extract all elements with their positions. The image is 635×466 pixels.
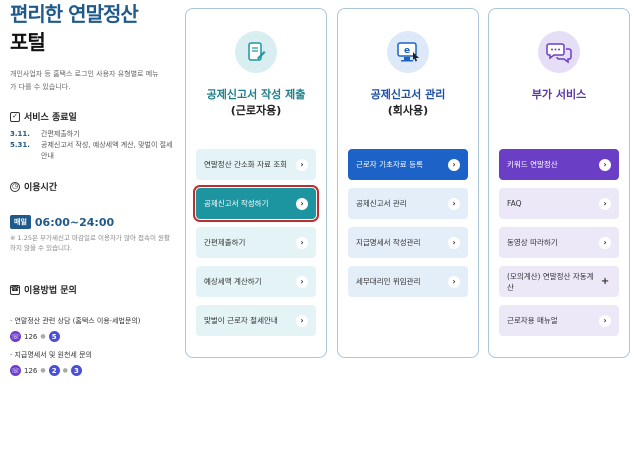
menu-item-label: 예상세액 계산하기	[204, 277, 262, 286]
inquiry-heading-label: 이용방법 문의	[24, 286, 77, 296]
chevron-right-icon: ›	[448, 236, 460, 249]
phone-number: 126	[24, 332, 38, 341]
menu-item-label: 맞벌이 근로자 절세안내	[204, 316, 278, 325]
service-end-date: 5.31.	[10, 141, 30, 149]
card-title: 부가 서비스	[531, 88, 587, 101]
key-5: 5	[48, 331, 60, 342]
menu-item-tax-estimate[interactable]: 예상세액 계산하기 ›	[196, 266, 316, 297]
chevron-right-icon: ›	[448, 197, 460, 210]
card-menu: 근로자 기초자료 등록 › 공제신고서 관리 › 지급명세서 작성관리 › 세무대리인…	[348, 149, 468, 305]
menu-item-label: 지급명세서 작성관리	[356, 238, 421, 247]
headset-icon: ☎	[10, 284, 20, 295]
menu-item-label: 간편제출하기	[204, 238, 246, 247]
hours-note: ※ 1.25은 부가세신고 마감일로 이용자가 많아 접속이 원활하지 않을 수…	[10, 234, 170, 252]
chevron-right-icon: ›	[296, 314, 308, 327]
menu-item-keyword[interactable]: 키워드 연말정산 ›	[499, 149, 619, 180]
card-employee-deduction: 공제신고서 작성 제출 (근로자용) 연말정산 간소화 자료 조회 › 공제신고서…	[185, 8, 327, 358]
menu-item-label: FAQ	[507, 199, 522, 208]
service-end-heading-label: 서비스 종료일	[24, 113, 77, 123]
phone-icon: ☏	[10, 331, 21, 342]
key-3: 3	[70, 365, 82, 376]
menu-item-label: 키워드 연말정산	[507, 160, 558, 169]
page-title-line2: 포털	[10, 30, 46, 54]
page-title: 편리한 연말정산 포털	[10, 0, 175, 56]
chevron-right-icon: ›	[296, 275, 308, 288]
phone-number: 126	[24, 366, 38, 375]
menu-item-label: 연말정산 간소화 자료 조회	[204, 160, 288, 169]
hours-time: 06:00~24:00	[34, 215, 115, 229]
key-2: 2	[48, 365, 60, 376]
phone-icon: ☏	[10, 365, 21, 376]
menu-item-label: 근로자용 매뉴얼	[507, 316, 558, 325]
menu-item-label: (모의계산) 연말정산 자동계산	[507, 271, 594, 292]
card-title: 공제신고서 작성 제출	[206, 88, 306, 101]
document-edit-icon	[235, 31, 277, 73]
phone-row: ☏ 126 ● 2 ● 3	[10, 365, 175, 376]
hours-row: 매일 06:00~24:00	[10, 215, 175, 229]
menu-item-employee-basic[interactable]: 근로자 기초자료 등록 ›	[348, 149, 468, 180]
daily-badge: 매일	[10, 215, 31, 229]
chevron-right-icon: ›	[296, 158, 308, 171]
card-subtitle: (회사용)	[387, 104, 429, 117]
menu-item-label: 세무대리인 위임관리	[356, 277, 421, 286]
card-menu: 키워드 연말정산 › FAQ › 동영상 따라하기 › (모의계산) 연말정산 자동계…	[499, 149, 619, 344]
hours-heading: ◷ 이용시간	[10, 180, 175, 193]
service-end-item: 3.11. 간편제출하기	[10, 129, 175, 140]
service-end-heading: ✓ 서비스 종료일	[10, 110, 175, 123]
card-title: 공제신고서 관리	[370, 88, 446, 101]
menu-item-label: 공제신고서 관리	[356, 199, 407, 208]
card-menu: 연말정산 간소화 자료 조회 › 공제신고서 작성하기 › 간편제출하기 › 예상세액…	[193, 149, 319, 344]
chevron-right-icon: ›	[599, 197, 611, 210]
chevron-right-icon: ›	[296, 236, 308, 249]
info-panel: 편리한 연말정산 포털 개인사업자 등 홈택스 로그인 사용자 유형별로 메뉴가…	[10, 0, 175, 376]
service-end-text: 공제신고서 작성, 예상세액 계산, 맞벌이 절세 안내	[41, 141, 173, 160]
menu-item-tax-agent[interactable]: 세무대리인 위임관리 ›	[348, 266, 468, 297]
card-subtitle: (근로자용)	[230, 104, 282, 117]
chevron-right-icon: ›	[448, 275, 460, 288]
chat-bubbles-icon	[538, 31, 580, 73]
inquiry-item: · 연말정산 관련 상담 (홈택스 이용·세법문의)	[10, 317, 141, 325]
menu-item-payment-statement[interactable]: 지급명세서 작성관리 ›	[348, 227, 468, 258]
service-end-text: 간편제출하기	[41, 130, 80, 138]
chevron-right-icon: ›	[599, 314, 611, 327]
separator-dot: ●	[40, 367, 46, 374]
menu-item-label: 근로자 기초자료 등록	[356, 160, 423, 169]
inquiry-heading: ☎ 이용방법 문의	[10, 283, 175, 296]
plus-icon: +	[600, 276, 610, 287]
menu-item-simplified-data[interactable]: 연말정산 간소화 자료 조회 ›	[196, 149, 316, 180]
menu-item-label: 동영상 따라하기	[507, 238, 558, 247]
clock-icon: ◷	[10, 181, 20, 192]
card-additional-services: 부가 서비스 키워드 연말정산 › FAQ › 동영상 따라하기 › (모의계산) 연…	[488, 8, 630, 358]
menu-item-deduction-manage[interactable]: 공제신고서 관리 ›	[348, 188, 468, 219]
separator-dot: ●	[62, 367, 68, 374]
menu-item-manual[interactable]: 근로자용 매뉴얼 ›	[499, 305, 619, 336]
intro-text: 개인사업자 등 홈택스 로그인 사용자 유형별로 메뉴가 다를 수 있습니다.	[10, 70, 159, 91]
chevron-right-icon: ›	[599, 158, 611, 171]
phone-row: ☏ 126 ● 5	[10, 331, 175, 342]
inquiry-item: · 지급명세서 및 원천세 문의	[10, 351, 92, 359]
menu-item-simple-submit[interactable]: 간편제출하기 ›	[196, 227, 316, 258]
page-title-line1: 편리한 연말정산	[10, 2, 139, 26]
menu-item-auto-calc[interactable]: (모의계산) 연말정산 자동계산 +	[499, 266, 619, 297]
menu-item-write-deduction[interactable]: 공제신고서 작성하기 ›	[193, 185, 319, 222]
separator-dot: ●	[40, 333, 46, 340]
checkbox-icon: ✓	[10, 111, 20, 122]
service-end-item: 5.31. 공제신고서 작성, 예상세액 계산, 맞벌이 절세 안내	[10, 140, 175, 162]
menu-item-dual-income[interactable]: 맞벌이 근로자 절세안내 ›	[196, 305, 316, 336]
card-company-management: e 공제신고서 관리 (회사용) 근로자 기초자료 등록 › 공제신고서 관리 › …	[337, 8, 479, 358]
hours-heading-label: 이용시간	[24, 183, 58, 193]
menu-item-label: 공제신고서 작성하기	[204, 199, 269, 208]
service-end-date: 3.11.	[10, 130, 30, 138]
computer-e-icon: e	[387, 31, 429, 73]
svg-text:e: e	[404, 46, 410, 56]
chevron-right-icon: ›	[599, 236, 611, 249]
chevron-right-icon: ›	[296, 197, 308, 210]
chevron-right-icon: ›	[448, 158, 460, 171]
menu-item-faq[interactable]: FAQ ›	[499, 188, 619, 219]
menu-item-video[interactable]: 동영상 따라하기 ›	[499, 227, 619, 258]
service-end-list: 3.11. 간편제출하기 5.31. 공제신고서 작성, 예상세액 계산, 맞벌…	[10, 129, 175, 162]
